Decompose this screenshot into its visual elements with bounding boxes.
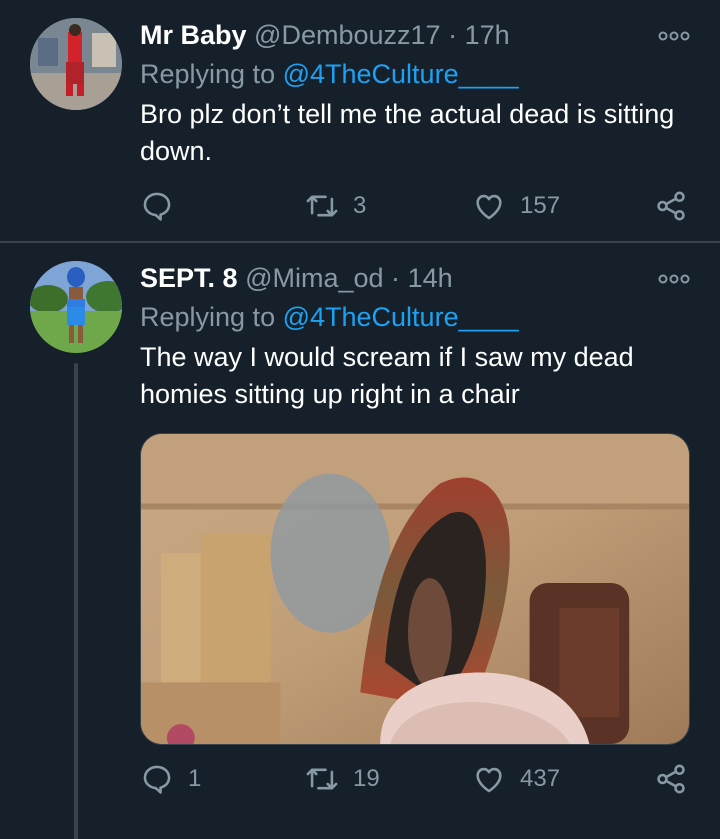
tweet-text: Bro plz don’t tell me the actual dead is… [140, 99, 675, 166]
retweet-count: 19 [353, 765, 380, 792]
replying-to-label: Replying to [140, 302, 283, 332]
tweet-1[interactable]: Mr Baby @Dembouzz17 · 17h Replying to @4… [0, 0, 720, 242]
tweet-header: SEPT. 8 @Mima_od · 14h [140, 261, 453, 295]
heart-icon [472, 189, 506, 223]
share-icon [654, 762, 688, 796]
like-button[interactable]: 437 [472, 759, 560, 799]
replying-to: Replying to @4TheCulture____ [140, 299, 519, 335]
separator: · [448, 20, 458, 50]
reply-button[interactable]: 1 [140, 759, 201, 799]
avatar-image [30, 18, 122, 110]
timestamp[interactable]: 17h [465, 20, 510, 50]
user-handle[interactable]: @Dembouzz17 [254, 20, 441, 50]
tweet-actions: 3 157 [140, 186, 700, 226]
share-button[interactable] [654, 186, 688, 226]
mention-link[interactable]: @4TheCulture____ [283, 59, 519, 89]
tweet-2[interactable]: SEPT. 8 @Mima_od · 14h Replying to @4The… [0, 243, 720, 839]
reply-count: 1 [188, 765, 202, 792]
like-count: 437 [520, 765, 561, 792]
display-name[interactable]: Mr Baby [140, 20, 247, 50]
avatar[interactable] [30, 18, 122, 110]
heart-icon [472, 762, 506, 796]
tweet-actions: 1 19 437 [140, 759, 700, 799]
reply-button[interactable] [140, 186, 188, 226]
more-options-icon[interactable] [658, 271, 690, 287]
tweet-media-image[interactable] [140, 433, 690, 745]
like-button[interactable]: 157 [472, 186, 560, 226]
retweet-icon [305, 762, 339, 796]
share-button[interactable] [654, 759, 688, 799]
reply-icon [140, 762, 174, 796]
replying-to-label: Replying to [140, 59, 283, 89]
retweet-button[interactable]: 19 [305, 759, 380, 799]
retweet-button[interactable]: 3 [305, 186, 366, 226]
share-icon [654, 189, 688, 223]
timestamp[interactable]: 14h [408, 263, 453, 293]
separator: · [391, 263, 401, 293]
tweet-text: The way I would scream if I saw my dead … [140, 342, 634, 409]
media-photo [141, 434, 689, 744]
retweet-count: 3 [353, 192, 367, 219]
replying-to: Replying to @4TheCulture____ [140, 56, 519, 92]
thread-line [74, 363, 78, 839]
retweet-icon [305, 189, 339, 223]
tweet-header: Mr Baby @Dembouzz17 · 17h [140, 18, 510, 52]
mention-link[interactable]: @4TheCulture____ [283, 302, 519, 332]
like-count: 157 [520, 192, 561, 219]
display-name[interactable]: SEPT. 8 [140, 263, 238, 293]
avatar[interactable] [30, 261, 122, 353]
reply-icon [140, 189, 174, 223]
user-handle[interactable]: @Mima_od [245, 263, 383, 293]
avatar-image [30, 261, 122, 353]
more-options-icon[interactable] [658, 28, 690, 44]
